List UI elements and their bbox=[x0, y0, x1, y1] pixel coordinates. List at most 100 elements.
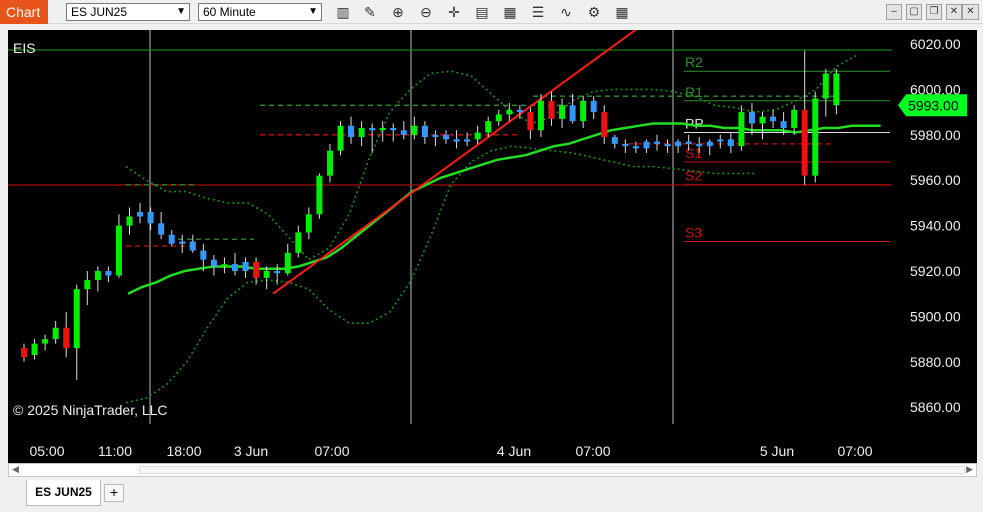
candle-body bbox=[274, 271, 281, 274]
candle-body bbox=[348, 125, 355, 138]
candle-body bbox=[411, 125, 418, 135]
candle-body bbox=[801, 109, 808, 176]
zoom-in-icon[interactable]: ⊕ bbox=[389, 3, 407, 21]
restore-button[interactable]: ❐ bbox=[926, 4, 942, 20]
candle-body bbox=[443, 134, 449, 140]
maximize-button[interactable]: ▢ bbox=[906, 4, 922, 20]
candle-body bbox=[611, 137, 618, 144]
add-tab-button[interactable]: + bbox=[104, 484, 124, 502]
candle-body bbox=[73, 289, 80, 349]
pivot-label-s1: S1 bbox=[685, 145, 702, 161]
pivot-label-r1: R1 bbox=[685, 84, 703, 100]
properties-icon[interactable]: ☰ bbox=[529, 3, 547, 21]
time-tick-label: 5 Jun bbox=[760, 443, 794, 459]
candle-body bbox=[94, 271, 101, 281]
moving-average-line bbox=[127, 122, 881, 295]
candle-body bbox=[221, 264, 228, 267]
candle-body bbox=[42, 339, 49, 344]
candle-body bbox=[137, 211, 144, 217]
pivot-label-r2: R2 bbox=[685, 54, 703, 70]
time-tick-label: 07:00 bbox=[837, 443, 872, 459]
instrument-value: ES JUN25 bbox=[71, 5, 128, 19]
time-tick-label: 07:00 bbox=[575, 443, 610, 459]
crosshair-icon[interactable]: ✛ bbox=[445, 3, 463, 21]
candle-body bbox=[654, 141, 660, 144]
candle-body bbox=[727, 139, 734, 147]
candle-body bbox=[421, 125, 428, 138]
price-tick-label: 5980.00 bbox=[910, 127, 961, 143]
time-tick-label: 4 Jun bbox=[497, 443, 531, 459]
candle-body bbox=[253, 261, 260, 278]
candle-body bbox=[295, 232, 302, 253]
candle-body bbox=[326, 150, 333, 176]
candle-body bbox=[105, 271, 112, 276]
scroll-thumb[interactable] bbox=[139, 466, 965, 474]
chart-window-label[interactable]: Chart bbox=[0, 0, 48, 24]
draw-pencil-icon[interactable]: ✎ bbox=[361, 3, 379, 21]
candle-body bbox=[748, 112, 755, 124]
price-tick-label: 5940.00 bbox=[910, 218, 961, 234]
tab-es-jun25[interactable]: ES JUN25 bbox=[26, 480, 101, 506]
candle-body bbox=[664, 143, 671, 147]
minimize-button[interactable]: – bbox=[886, 4, 902, 20]
candle-body bbox=[738, 112, 745, 147]
candle-body bbox=[464, 139, 471, 142]
candle-body bbox=[706, 141, 713, 147]
time-tick-label: 05:00 bbox=[29, 443, 64, 459]
candle-body bbox=[569, 105, 576, 122]
close-window-icon[interactable]: ✕ bbox=[962, 4, 979, 20]
candle-body bbox=[643, 141, 650, 149]
candle-body bbox=[822, 73, 829, 99]
candle-body bbox=[548, 100, 555, 119]
candle-body bbox=[559, 105, 566, 119]
scroll-left-icon[interactable]: ◀ bbox=[12, 464, 19, 475]
grid-icon[interactable]: ▦ bbox=[613, 3, 631, 21]
candle-body bbox=[516, 109, 523, 113]
zoom-out-icon[interactable]: ⊖ bbox=[417, 3, 435, 21]
candle-body bbox=[833, 73, 840, 106]
title-bar: Chart ES JUN25 ▼ 60 Minute ▼ ▥ ✎ ⊕ ⊖ ✛ ▤ ▦ ☰ ∿ ⚙ ▦… bbox=[0, 0, 983, 24]
candle-body bbox=[158, 223, 165, 235]
horizontal-scrollbar[interactable]: ◀ ▶ bbox=[8, 463, 977, 477]
candle-body bbox=[84, 280, 91, 290]
scroll-right-icon[interactable]: ▶ bbox=[966, 464, 973, 475]
candle-body bbox=[812, 98, 819, 176]
chevron-down-icon: ▼ bbox=[308, 6, 318, 17]
candle-body bbox=[474, 132, 481, 140]
time-tick-label: 3 Jun bbox=[234, 443, 268, 459]
bar-type-icon[interactable]: ▥ bbox=[334, 3, 352, 21]
data-box-icon[interactable]: ▦ bbox=[501, 3, 519, 21]
candle-body bbox=[601, 112, 608, 138]
time-tick-label: 07:00 bbox=[314, 443, 349, 459]
candle-body bbox=[400, 130, 407, 135]
candle-body bbox=[632, 146, 639, 149]
candle-body bbox=[316, 175, 323, 215]
candle-body bbox=[232, 264, 238, 271]
candle-body bbox=[432, 134, 439, 138]
candle-body bbox=[210, 259, 217, 267]
bollinger-upper-band bbox=[125, 54, 857, 261]
candle-body bbox=[168, 234, 175, 244]
close-button[interactable]: ✕ bbox=[946, 4, 962, 20]
price-tick-label: 5920.00 bbox=[910, 263, 961, 279]
strategies-icon[interactable]: ⚙ bbox=[585, 3, 603, 21]
candle-body bbox=[537, 100, 544, 131]
candle-body bbox=[147, 211, 154, 224]
candle-body bbox=[453, 139, 460, 142]
candle-body bbox=[506, 109, 513, 115]
candle-body bbox=[717, 139, 724, 142]
candle-body bbox=[379, 127, 386, 131]
candle-body bbox=[770, 116, 777, 122]
candle-body bbox=[200, 250, 207, 260]
candle-body bbox=[675, 141, 682, 147]
indicators-icon[interactable]: ∿ bbox=[557, 3, 575, 21]
candle-body bbox=[358, 127, 365, 138]
price-chart[interactable]: R2 R1 PP S1 S2 S3 6020.00 6000.00 5980.00 5960.00… bbox=[8, 30, 977, 463]
templates-icon[interactable]: ▤ bbox=[473, 3, 491, 21]
interval-selector[interactable]: 60 Minute ▼ bbox=[198, 3, 322, 21]
copyright-label: © 2025 NinjaTrader, LLC bbox=[13, 402, 168, 418]
instrument-selector[interactable]: ES JUN25 ▼ bbox=[66, 3, 190, 21]
candle-body bbox=[527, 112, 534, 131]
candle-body bbox=[780, 121, 787, 128]
interval-value: 60 Minute bbox=[203, 5, 256, 19]
